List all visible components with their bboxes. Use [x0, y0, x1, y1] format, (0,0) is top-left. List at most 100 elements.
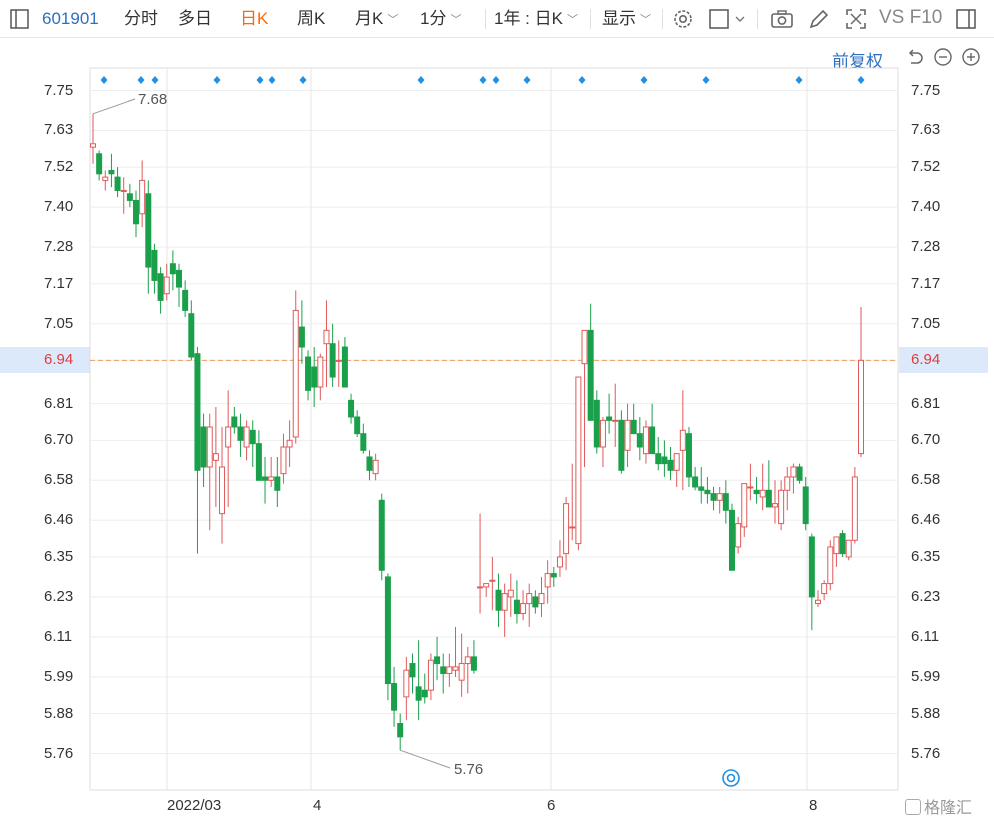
candle-body: [274, 476, 281, 491]
candle-body: [808, 536, 815, 598]
left-axis-tick-label: 7.40: [44, 198, 74, 216]
candle-body: [655, 453, 662, 465]
left-axis-tick-label: 6.23: [44, 587, 74, 605]
news-marker-inner: [726, 773, 736, 783]
candle-body: [796, 466, 803, 481]
candle-body: [483, 583, 490, 588]
candle-body: [722, 493, 729, 511]
right-axis-tick-label: 6.94: [911, 351, 941, 369]
left-axis-tick-label: 6.70: [44, 431, 74, 449]
right-axis-tick-label: 7.75: [911, 81, 941, 99]
candle-body: [403, 669, 410, 698]
candle-body: [771, 503, 778, 508]
candle-body: [814, 599, 821, 605]
right-axis-tick-label: 7.63: [911, 121, 941, 139]
candle-body: [735, 523, 742, 548]
candle-body: [163, 276, 170, 295]
right-axis-tick-label: 6.11: [911, 627, 940, 645]
candle-body: [120, 189, 127, 192]
candle-body: [176, 269, 183, 288]
watermark: 格隆汇: [905, 794, 972, 818]
right-axis-tick-label: 7.17: [911, 274, 941, 292]
candle-body: [489, 579, 496, 582]
candle-body: [563, 503, 570, 555]
candle-body: [243, 426, 250, 448]
candle-body: [778, 489, 785, 525]
candle-body: [145, 193, 152, 268]
candle-body: [102, 176, 109, 181]
candle-body: [255, 443, 262, 481]
candle-body: [305, 356, 312, 391]
event-marker-icon: [857, 76, 865, 84]
candle-body: [372, 459, 379, 475]
candle-body: [679, 429, 686, 451]
candle-body: [354, 416, 361, 435]
candle-body: [151, 249, 158, 281]
candle-body: [427, 659, 434, 691]
event-marker-icon: [137, 76, 145, 84]
candle-body: [397, 723, 404, 738]
candle-body: [624, 419, 631, 451]
candle-body: [692, 476, 699, 488]
candle-body: [384, 576, 391, 685]
candle-body: [704, 489, 711, 495]
right-axis-tick-label: 5.76: [911, 744, 941, 762]
candle-body: [569, 526, 576, 529]
left-axis-tick-label: 6.58: [44, 471, 74, 489]
right-axis-tick-label: 5.88: [911, 704, 941, 722]
left-axis-tick-label: 6.11: [44, 627, 73, 645]
right-axis-tick-label: 6.81: [911, 394, 941, 412]
candle-body: [194, 353, 201, 471]
candle-body: [544, 573, 551, 588]
left-axis-tick-label: 7.75: [44, 81, 74, 99]
left-axis-tick-label: 6.81: [44, 394, 74, 412]
candle-body: [550, 573, 557, 578]
candle-body: [200, 426, 207, 468]
candle-body: [532, 596, 539, 608]
right-axis-tick-label: 7.52: [911, 158, 941, 176]
right-axis-tick-label: 6.46: [911, 511, 941, 529]
candle-body: [526, 593, 533, 605]
candle-body: [157, 273, 164, 301]
right-axis-tick-label: 7.05: [911, 314, 941, 332]
candle-body: [219, 466, 226, 515]
candle-body: [858, 359, 864, 455]
news-marker-icon: [722, 769, 740, 787]
candle-body: [661, 456, 668, 465]
candle-body: [827, 546, 834, 585]
right-axis-tick-label: 6.70: [911, 431, 941, 449]
candle-body: [575, 376, 582, 545]
right-axis-tick-label: 6.58: [911, 471, 941, 489]
candle-body: [618, 419, 625, 471]
right-axis-tick-label: 6.35: [911, 547, 941, 565]
candle-body: [458, 663, 465, 681]
candle-body: [501, 593, 508, 611]
candle-body: [452, 666, 459, 671]
right-axis-tick-label: 6.23: [911, 587, 941, 605]
candle-body: [90, 143, 96, 148]
candle-body: [237, 426, 244, 441]
left-axis-tick-label: 7.52: [44, 158, 74, 176]
candle-body: [802, 486, 809, 525]
event-marker-icon: [795, 76, 803, 84]
left-axis-tick-label: 6.46: [44, 511, 74, 529]
candle-body: [415, 686, 422, 701]
candle-body: [747, 486, 754, 489]
candle-body: [212, 453, 219, 461]
candle-body: [366, 456, 373, 471]
low-label-leader: [400, 749, 451, 769]
candle-body: [833, 536, 840, 555]
event-marker-icon: [256, 76, 264, 84]
event-marker-icon: [417, 76, 425, 84]
candle-body: [133, 199, 140, 225]
candle-body: [464, 656, 471, 665]
right-axis-tick-label: 7.40: [911, 198, 941, 216]
candle-body: [710, 493, 717, 501]
candle-body: [599, 419, 606, 448]
date-tick-label: 6: [547, 797, 556, 814]
candlestick-chart[interactable]: 7.68 5.76: [0, 0, 994, 823]
right-axis-tick-label: 5.99: [911, 667, 941, 685]
candle-body: [335, 359, 342, 362]
event-marker-icon: [492, 76, 500, 84]
event-marker-icon: [100, 76, 108, 84]
